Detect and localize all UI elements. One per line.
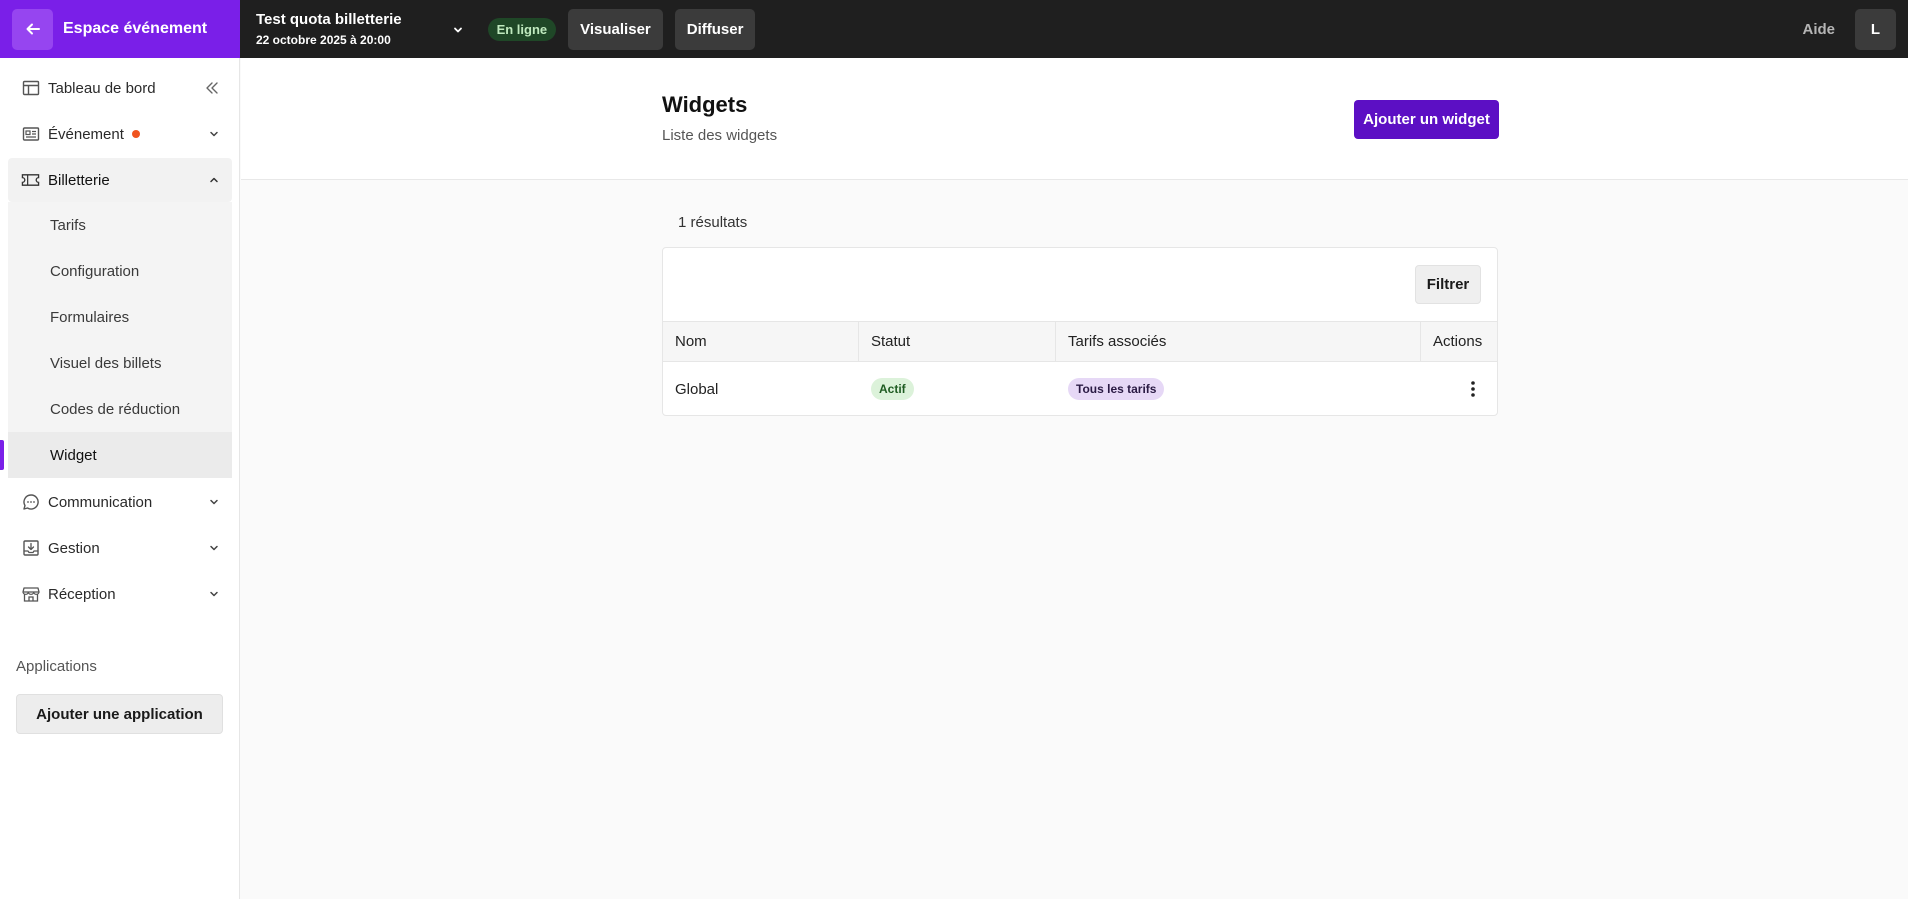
back-button[interactable] (12, 8, 53, 50)
page-title: Widgets (662, 92, 748, 117)
event-card-icon (21, 125, 40, 144)
ticket-icon (21, 171, 40, 190)
row-name: Global (675, 380, 719, 398)
sidebar-subitem-configuration[interactable]: Configuration (8, 248, 232, 294)
notification-dot (131, 130, 140, 138)
event-space-link[interactable]: Espace événement (0, 0, 240, 58)
sidebar-item-dashboard[interactable]: Tableau de bord (8, 66, 232, 110)
publish-button[interactable]: Diffuser (674, 8, 756, 50)
collapse-sidebar-icon[interactable] (204, 80, 220, 96)
column-header-rates[interactable]: Tarifs associés (1056, 322, 1421, 361)
brand-label: Espace événement (63, 20, 208, 37)
filter-button[interactable]: Filtrer (1415, 265, 1481, 304)
add-widget-button[interactable]: Ajouter un widget (1354, 100, 1499, 139)
chevron-up-icon (208, 174, 220, 186)
chat-bubble-icon (21, 493, 40, 512)
preview-button[interactable]: Visualiser (568, 8, 663, 50)
row-actions-button[interactable] (1463, 362, 1483, 416)
sidebar-subitem-discount-codes[interactable]: Codes de réduction (8, 386, 232, 432)
sidebar-item-communication[interactable]: Communication (8, 480, 232, 524)
active-indicator (0, 440, 4, 470)
arrow-left-icon (26, 23, 40, 35)
sidebar-item-label: Réception (48, 585, 116, 603)
sidebar-item-label: Événement (48, 125, 124, 143)
column-header-actions: Actions (1433, 333, 1483, 350)
help-link[interactable]: Aide (1802, 21, 1835, 38)
rates-badge: Tous les tarifs (1068, 378, 1165, 400)
event-title: Test quota billetterie (256, 11, 402, 28)
sidebar-item-label: Gestion (48, 539, 100, 557)
chevron-down-icon (208, 128, 220, 140)
sidebar-subitem-widget[interactable]: Widget (8, 432, 232, 478)
inbox-download-icon (21, 539, 40, 558)
sidebar-item-label: Communication (48, 493, 153, 511)
page-header: Widgets Liste des widgets Ajouter un wid… (241, 58, 1908, 180)
more-vertical-icon (1471, 381, 1475, 397)
widgets-table: Filtrer Nom Statut Tarifs associés Actio… (662, 247, 1498, 416)
status-badge: En ligne (487, 17, 557, 41)
chevron-down-icon (208, 496, 220, 508)
storefront-icon (21, 585, 40, 604)
dashboard-icon (21, 79, 40, 98)
page-subtitle: Liste des widgets (662, 127, 778, 144)
applications-heading: Applications (16, 658, 97, 675)
sidebar-item-label: Billetterie (48, 171, 110, 189)
sidebar-subitem-rates[interactable]: Tarifs (8, 202, 232, 248)
add-application-button[interactable]: Ajouter une application (16, 694, 223, 734)
column-header-status[interactable]: Statut (859, 322, 1056, 361)
sidebar-item-reception[interactable]: Réception (8, 572, 232, 616)
chevron-down-icon (208, 588, 220, 600)
status-badge: Actif (871, 378, 914, 400)
column-header-name[interactable]: Nom (663, 322, 859, 361)
sidebar-subitem-ticket-visual[interactable]: Visuel des billets (8, 340, 232, 386)
results-count: 1 résultats (678, 214, 748, 231)
sidebar-item-ticketing[interactable]: Billetterie (8, 158, 232, 202)
sidebar-item-event[interactable]: Événement (8, 112, 232, 156)
event-date: 22 octobre 2025 à 20:00 (256, 33, 391, 47)
sidebar-subitem-forms[interactable]: Formulaires (8, 294, 232, 340)
chevron-down-icon (208, 542, 220, 554)
table-row[interactable]: Global Actif Tous les tarifs (663, 362, 1497, 416)
sidebar-item-management[interactable]: Gestion (8, 526, 232, 570)
sidebar: Tableau de bord Événement Billetterie Ta… (0, 58, 240, 899)
chevron-down-icon (452, 24, 464, 36)
sidebar-item-label: Tableau de bord (48, 79, 156, 97)
avatar[interactable]: L (1855, 8, 1896, 50)
table-header: Nom Statut Tarifs associés Actions (663, 321, 1497, 362)
top-bar: Espace événement Test quota billetterie … (0, 0, 1908, 58)
event-selector[interactable]: Test quota billetterie 22 octobre 2025 à… (256, 11, 464, 47)
